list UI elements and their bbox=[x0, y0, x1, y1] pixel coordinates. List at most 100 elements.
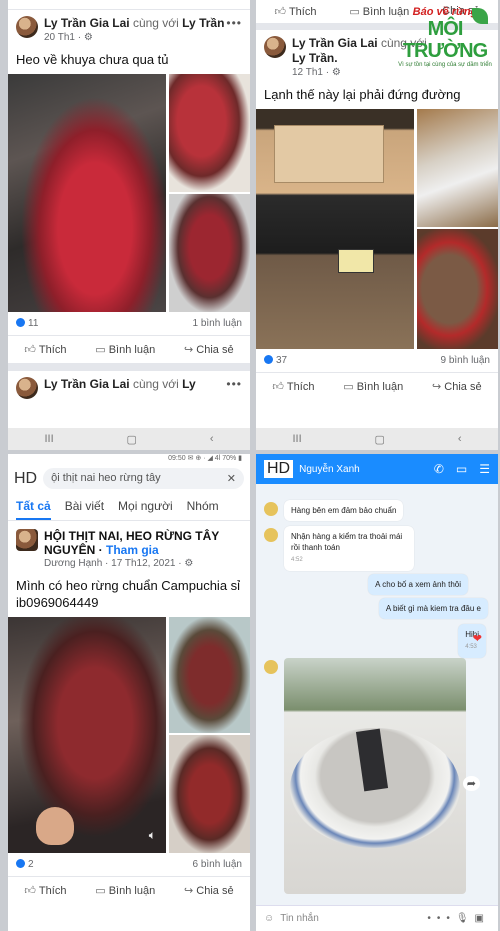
hand-shape bbox=[36, 807, 74, 845]
contact-avatar bbox=[264, 528, 278, 542]
heart-icon[interactable]: ❤ bbox=[473, 632, 482, 645]
message-bubble[interactable]: Hàng bên em đảm bảo chuẩn bbox=[284, 500, 404, 521]
post-stats: 2 6 bình luận bbox=[8, 853, 250, 876]
photo-side-2[interactable] bbox=[417, 229, 498, 349]
author-name[interactable]: Ly Trần Gia Lai bbox=[44, 16, 130, 30]
avatar[interactable] bbox=[16, 377, 38, 399]
logo-line-3: Vì sự tồn tại cùng của sự dầm triển bbox=[398, 62, 492, 68]
comment-count[interactable]: 1 bình luận bbox=[193, 318, 243, 329]
tab-posts[interactable]: Bài viết bbox=[65, 499, 104, 520]
video-main[interactable]: 🔈︎ bbox=[8, 617, 166, 853]
share-button[interactable]: ↪ Chia sẻ bbox=[184, 343, 234, 356]
like-icon bbox=[264, 355, 273, 364]
search-panel: 09:50 ✉ ⊕ · ◢ 4l 70% ▮ HD ội thịt nai he… bbox=[8, 454, 250, 931]
comment-count[interactable]: 9 bình luận bbox=[441, 355, 491, 366]
chat-header: HD Nguyễn Xanh ✆ ▭ ☰ bbox=[256, 454, 498, 484]
photo-grid bbox=[8, 74, 250, 312]
like-button[interactable]: 👍︎ Thích bbox=[24, 343, 66, 356]
recents-button[interactable]: III bbox=[292, 433, 301, 445]
menu-icon[interactable]: ☰ bbox=[479, 462, 490, 476]
message-bubble[interactable]: Nhận hàng a kiểm tra thoải mái rồi thanh… bbox=[284, 526, 414, 571]
thumbs-up-icon: 👍︎ bbox=[24, 885, 36, 897]
status-bar bbox=[8, 0, 250, 10]
like-button[interactable]: 👍︎ Thích bbox=[272, 380, 314, 393]
volume-icon[interactable]: 🔈︎ bbox=[149, 828, 156, 843]
comment-icon: ▭ bbox=[349, 6, 360, 18]
avatar[interactable] bbox=[16, 16, 38, 38]
tagged-name[interactable]: Ly bbox=[182, 377, 196, 391]
like-button[interactable]: 👍︎ Thích bbox=[274, 5, 316, 18]
search-input[interactable]: ội thịt nai heo rừng tây ✕ bbox=[43, 468, 244, 489]
photo-main[interactable] bbox=[256, 109, 414, 349]
post-stats: 11 1 bình luận bbox=[8, 312, 250, 335]
post-time: 12 Th1 · ⚙ bbox=[292, 67, 341, 78]
thumbs-up-icon: 👍︎ bbox=[24, 344, 36, 356]
poster-meta: Dương Hạnh · 17 Th12, 2021 · ⚙ bbox=[44, 558, 194, 569]
author-name[interactable]: Ly Trần Gia Lai bbox=[292, 36, 378, 50]
photo-side-1[interactable] bbox=[169, 74, 250, 192]
home-button[interactable]: ▢ bbox=[375, 433, 385, 446]
photo-main[interactable] bbox=[8, 74, 166, 312]
like-count[interactable]: 37 bbox=[276, 355, 287, 366]
comment-button[interactable]: ▭ Bình luận bbox=[343, 380, 403, 393]
photo-side-2[interactable] bbox=[169, 735, 250, 853]
more-options-icon[interactable]: ••• bbox=[226, 16, 242, 30]
comment-button[interactable]: ▭ Bình luận bbox=[95, 343, 155, 356]
emoji-icon[interactable]: ☺ bbox=[264, 913, 274, 924]
search-row: HD ội thịt nai heo rừng tây ✕ bbox=[8, 464, 250, 493]
photo-box-shape bbox=[274, 125, 384, 183]
photo-grid bbox=[256, 109, 498, 349]
with-text: cùng với bbox=[132, 16, 179, 30]
share-button[interactable]: ↪ Chia sẻ bbox=[184, 884, 234, 897]
recents-button[interactable]: III bbox=[44, 433, 53, 445]
contact-name[interactable]: Nguyễn Xanh bbox=[299, 464, 360, 475]
video-call-icon[interactable]: ▭ bbox=[456, 462, 467, 476]
tab-people[interactable]: Mọi người bbox=[118, 499, 173, 520]
message-bubble-mine[interactable]: A cho bố a xem ảnh thôi bbox=[368, 574, 468, 595]
thumbs-up-icon: 👍︎ bbox=[272, 381, 284, 393]
tab-all[interactable]: Tất cả bbox=[16, 499, 51, 520]
chat-photo[interactable] bbox=[284, 658, 466, 894]
plate-shape bbox=[338, 249, 374, 273]
group-avatar[interactable] bbox=[16, 529, 38, 551]
comment-icon: ▭ bbox=[95, 344, 106, 356]
close-icon[interactable]: ✕ bbox=[227, 472, 236, 485]
more-options-icon[interactable]: ••• bbox=[226, 377, 242, 391]
message-input[interactable]: Tin nhắn bbox=[280, 913, 319, 924]
comment-button[interactable]: ▭ Bình luận bbox=[95, 884, 155, 897]
share-button[interactable]: ↪ Chia sẻ bbox=[432, 380, 482, 393]
search-query: ội thịt nai heo rừng tây bbox=[51, 472, 161, 484]
contact-avatar bbox=[264, 660, 278, 674]
home-button[interactable]: ▢ bbox=[127, 433, 137, 446]
hd-badge: HD bbox=[14, 469, 38, 487]
avatar[interactable] bbox=[264, 36, 286, 58]
photo-side-2[interactable] bbox=[169, 194, 250, 312]
hd-badge: HD bbox=[264, 460, 294, 478]
like-count[interactable]: 11 bbox=[28, 318, 38, 329]
android-nav-bar: III ▢ ‹ bbox=[256, 428, 498, 450]
post-actions: 👍︎ Thích ▭ Bình luận ↪ Chia sẻ bbox=[256, 372, 498, 400]
post-header-next: Ly Trần Gia Lai cùng với Ly ••• bbox=[8, 371, 250, 401]
comment-count[interactable]: 6 bình luận bbox=[193, 859, 243, 870]
photo-side-1[interactable] bbox=[169, 617, 250, 733]
with-text: cùng với bbox=[132, 377, 179, 391]
photo-side-1[interactable] bbox=[417, 109, 498, 227]
post-header: Ly Trần Gia Lai cùng với Ly Trần 20 Th1 … bbox=[8, 10, 250, 45]
phone-icon[interactable]: ✆ bbox=[434, 462, 444, 476]
join-button[interactable]: Tham gia bbox=[106, 543, 159, 557]
back-button[interactable]: ‹ bbox=[210, 433, 214, 445]
tagged-name[interactable]: Ly Trần. bbox=[292, 51, 338, 65]
forward-icon[interactable]: ➦ bbox=[462, 776, 480, 791]
android-nav-bar: III ▢ ‹ bbox=[8, 428, 250, 450]
composer-tools-icon[interactable]: •••🎙︎▣ bbox=[427, 913, 490, 924]
message-bubble-mine[interactable]: A biết gì mà kiem tra đâu e bbox=[378, 598, 488, 619]
back-button[interactable]: ‹ bbox=[458, 433, 462, 445]
post-panel-2: 👍︎ Thích ▭ Bình luận Chia sẻ Ly Trần Gia L… bbox=[256, 0, 498, 450]
tagged-name[interactable]: Ly Trần bbox=[182, 16, 224, 30]
tab-groups[interactable]: Nhóm bbox=[187, 499, 219, 520]
like-button[interactable]: 👍︎ Thích bbox=[24, 884, 66, 897]
message-composer: ☺ Tin nhắn •••🎙︎▣ bbox=[256, 905, 498, 931]
author-name[interactable]: Ly Trần Gia Lai bbox=[44, 377, 130, 391]
like-count[interactable]: 2 bbox=[28, 859, 34, 870]
divider bbox=[8, 363, 250, 371]
